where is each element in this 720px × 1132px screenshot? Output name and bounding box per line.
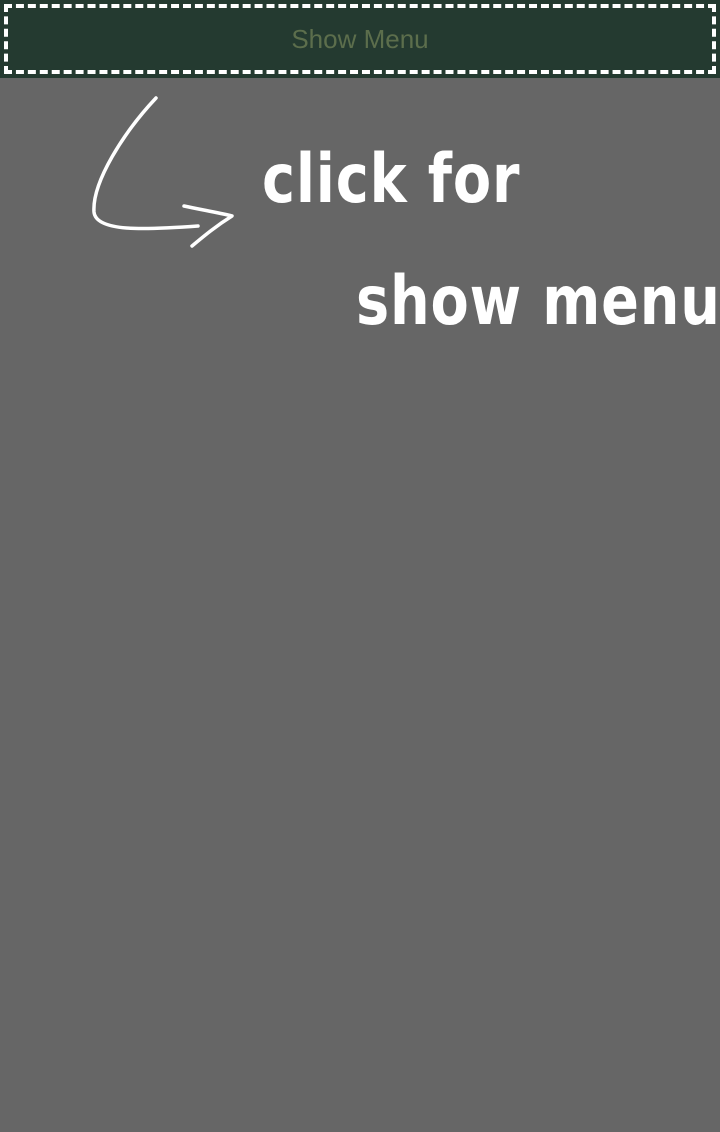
show-menu-button[interactable]: Show Menu	[4, 4, 716, 74]
hint-text-line-2: show menu	[356, 262, 720, 341]
curved-arrow-right-icon	[92, 96, 234, 248]
top-bar: Show Menu	[0, 0, 720, 78]
app-screen: Show Menu click for show menu	[0, 0, 720, 1132]
hint-text-line-1: click for	[262, 140, 521, 219]
